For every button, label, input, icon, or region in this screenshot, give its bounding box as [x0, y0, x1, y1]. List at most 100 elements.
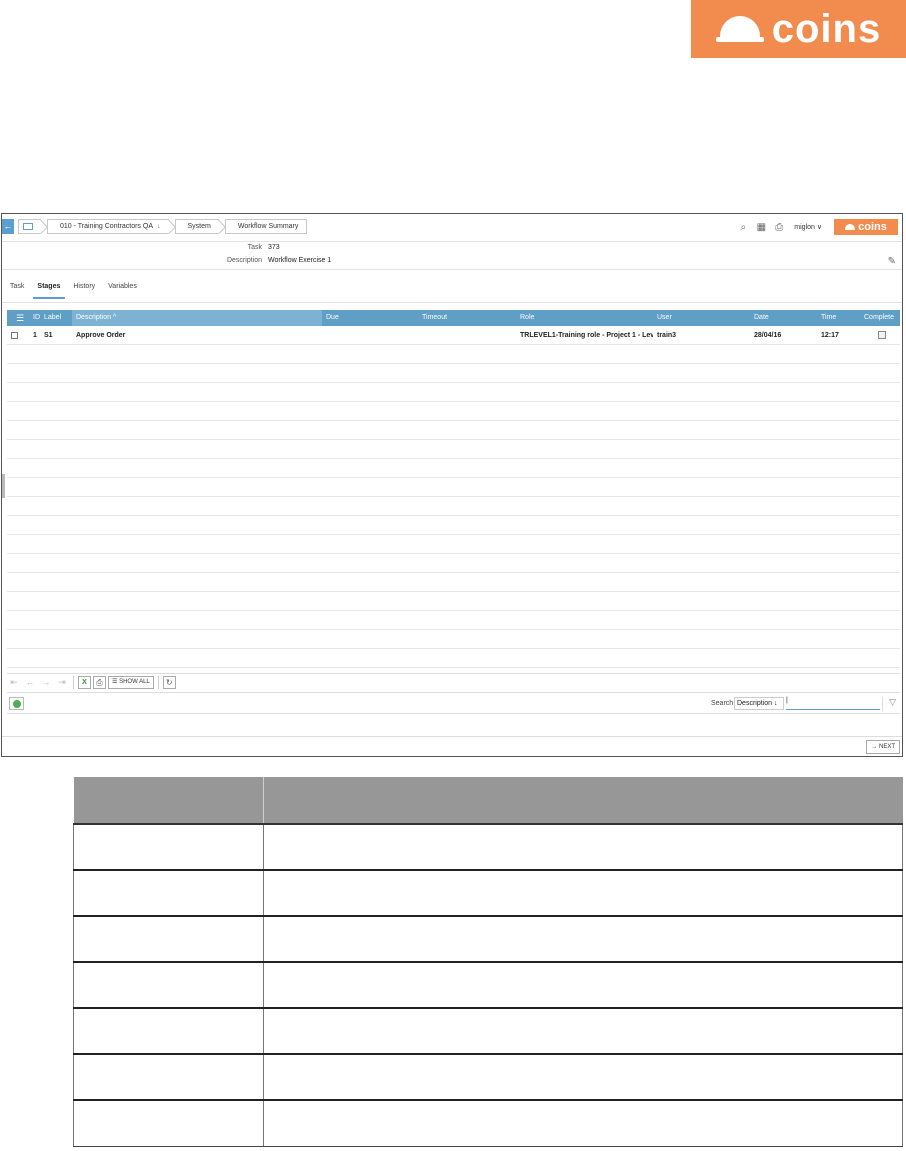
- col-time[interactable]: Time: [817, 310, 860, 326]
- col-due[interactable]: Due: [322, 310, 418, 326]
- table-row[interactable]: 1 S1 Approve Order TRLEVEL1-Training rol…: [7, 326, 900, 345]
- side-panel-handle[interactable]: [2, 474, 5, 498]
- breadcrumb-workflow-summary[interactable]: Workflow Summary: [224, 219, 308, 234]
- next-page-icon[interactable]: →: [39, 676, 53, 689]
- show-all-button[interactable]: ☰ SHOW ALL: [108, 676, 154, 689]
- table-row: [7, 345, 900, 364]
- doc-table-cell: [73, 824, 264, 871]
- back-arrow-icon[interactable]: ←: [2, 219, 14, 234]
- tab-variables[interactable]: Variables: [108, 280, 142, 299]
- grid-header: ☰ ID Label Description ^ Due Timeout Rol…: [7, 310, 900, 326]
- cell-date: 28/04/16: [754, 332, 782, 339]
- breadcrumb: 010 - Training Contractors QA ↓ System Wo…: [18, 219, 313, 234]
- tab-history[interactable]: History: [73, 280, 100, 299]
- empty-rows: [7, 345, 900, 668]
- hard-hat-icon: [715, 16, 764, 42]
- chevron-down-icon: ↓: [157, 223, 161, 230]
- apps-grid-icon[interactable]: ▦: [752, 222, 770, 233]
- column-menu-icon[interactable]: ☰: [7, 310, 29, 326]
- ok-button[interactable]: [9, 697, 24, 710]
- divider: [73, 676, 74, 689]
- next-label: NEXT: [878, 744, 895, 750]
- table-row: [7, 421, 900, 440]
- doc-table-cell: [263, 1008, 903, 1055]
- toolbar-right: ⌕ ▦ ⎙ miglon ∨ coins: [734, 218, 902, 236]
- table-row: [7, 611, 900, 630]
- table-row: [7, 535, 900, 554]
- col-complete[interactable]: Complete: [860, 310, 900, 326]
- table-row: [7, 383, 900, 402]
- user-menu[interactable]: miglon ∨: [794, 223, 822, 231]
- cell-due: [322, 326, 418, 344]
- cell-label: S1: [44, 332, 53, 339]
- doc-table-cell: [73, 916, 264, 963]
- doc-table-body: [73, 824, 903, 1147]
- search-icon[interactable]: ⌕: [734, 222, 752, 233]
- app-logo-text: coins: [858, 221, 887, 233]
- list-icon: ☰: [112, 679, 118, 685]
- excel-export-icon[interactable]: X: [78, 676, 91, 689]
- description-label: Description: [226, 257, 262, 264]
- print-icon[interactable]: ⎙: [93, 676, 106, 689]
- search-field-select[interactable]: Description ↓: [734, 697, 784, 710]
- cell-user: train3: [657, 332, 677, 339]
- footer: → NEXT: [2, 736, 902, 756]
- row-checkbox[interactable]: [11, 331, 18, 339]
- complete-checkbox[interactable]: [878, 331, 886, 340]
- doc-table-row: [73, 1100, 903, 1147]
- doc-table-row: [73, 870, 903, 917]
- doc-table-header-cell: [263, 777, 903, 825]
- doc-table-row: [73, 916, 903, 963]
- first-page-icon[interactable]: ⇤: [7, 676, 21, 689]
- col-id[interactable]: ID: [29, 310, 40, 326]
- table-row: [7, 364, 900, 383]
- table-row: [7, 573, 900, 592]
- row-select: [7, 326, 29, 344]
- col-user[interactable]: User: [653, 310, 750, 326]
- filter-icon[interactable]: ▽: [882, 697, 896, 711]
- table-row: [7, 630, 900, 649]
- search-bar: Search Description ↓ | ▽: [7, 692, 900, 714]
- edit-icon[interactable]: ✎: [888, 256, 896, 267]
- col-timeout[interactable]: Timeout: [418, 310, 516, 326]
- divider: [2, 269, 902, 270]
- table-row: [7, 402, 900, 421]
- breadcrumb-company[interactable]: 010 - Training Contractors QA ↓: [47, 219, 169, 234]
- chevron-down-icon: ↓: [773, 700, 778, 707]
- doc-table-row: [73, 962, 903, 1009]
- doc-table-cell: [263, 824, 903, 871]
- col-description[interactable]: Description ^: [72, 310, 322, 326]
- app-logo: coins: [834, 219, 898, 235]
- arrow-right-icon: →: [871, 744, 878, 750]
- col-label[interactable]: Label: [40, 310, 72, 326]
- doc-table-header: [73, 777, 903, 825]
- breadcrumb-system[interactable]: System: [174, 219, 219, 234]
- show-all-label: SHOW ALL: [119, 679, 150, 685]
- col-date[interactable]: Date: [750, 310, 817, 326]
- table-row: [7, 554, 900, 573]
- breadcrumb-company-label: 010 - Training Contractors QA: [60, 223, 153, 230]
- next-button[interactable]: → NEXT: [866, 740, 900, 754]
- refresh-icon[interactable]: ↻: [162, 676, 176, 689]
- cell-description: Approve Order: [76, 332, 126, 339]
- breadcrumb-home[interactable]: [18, 219, 41, 234]
- task-value: 373: [268, 244, 280, 251]
- cell-time: 12:17: [821, 332, 839, 339]
- doc-table-cell: [73, 870, 264, 917]
- print-icon[interactable]: ⎙: [770, 222, 788, 233]
- doc-table-header-cell: [73, 777, 264, 825]
- breadcrumb-workflow-label: Workflow Summary: [237, 223, 299, 230]
- doc-table-cell: [263, 1100, 903, 1147]
- divider: [2, 302, 902, 303]
- cell-complete: [860, 326, 900, 344]
- tab-stages[interactable]: Stages: [33, 280, 66, 299]
- last-page-icon[interactable]: ⇥: [55, 676, 69, 689]
- tab-task[interactable]: Task: [10, 280, 29, 299]
- prev-page-icon[interactable]: ←: [23, 676, 37, 689]
- breadcrumb-system-label: System: [187, 223, 211, 230]
- doc-table-row: [73, 824, 903, 871]
- doc-table-cell: [73, 962, 264, 1009]
- search-input[interactable]: |: [786, 697, 880, 710]
- search-label: Search: [711, 700, 734, 707]
- col-role[interactable]: Role: [516, 310, 653, 326]
